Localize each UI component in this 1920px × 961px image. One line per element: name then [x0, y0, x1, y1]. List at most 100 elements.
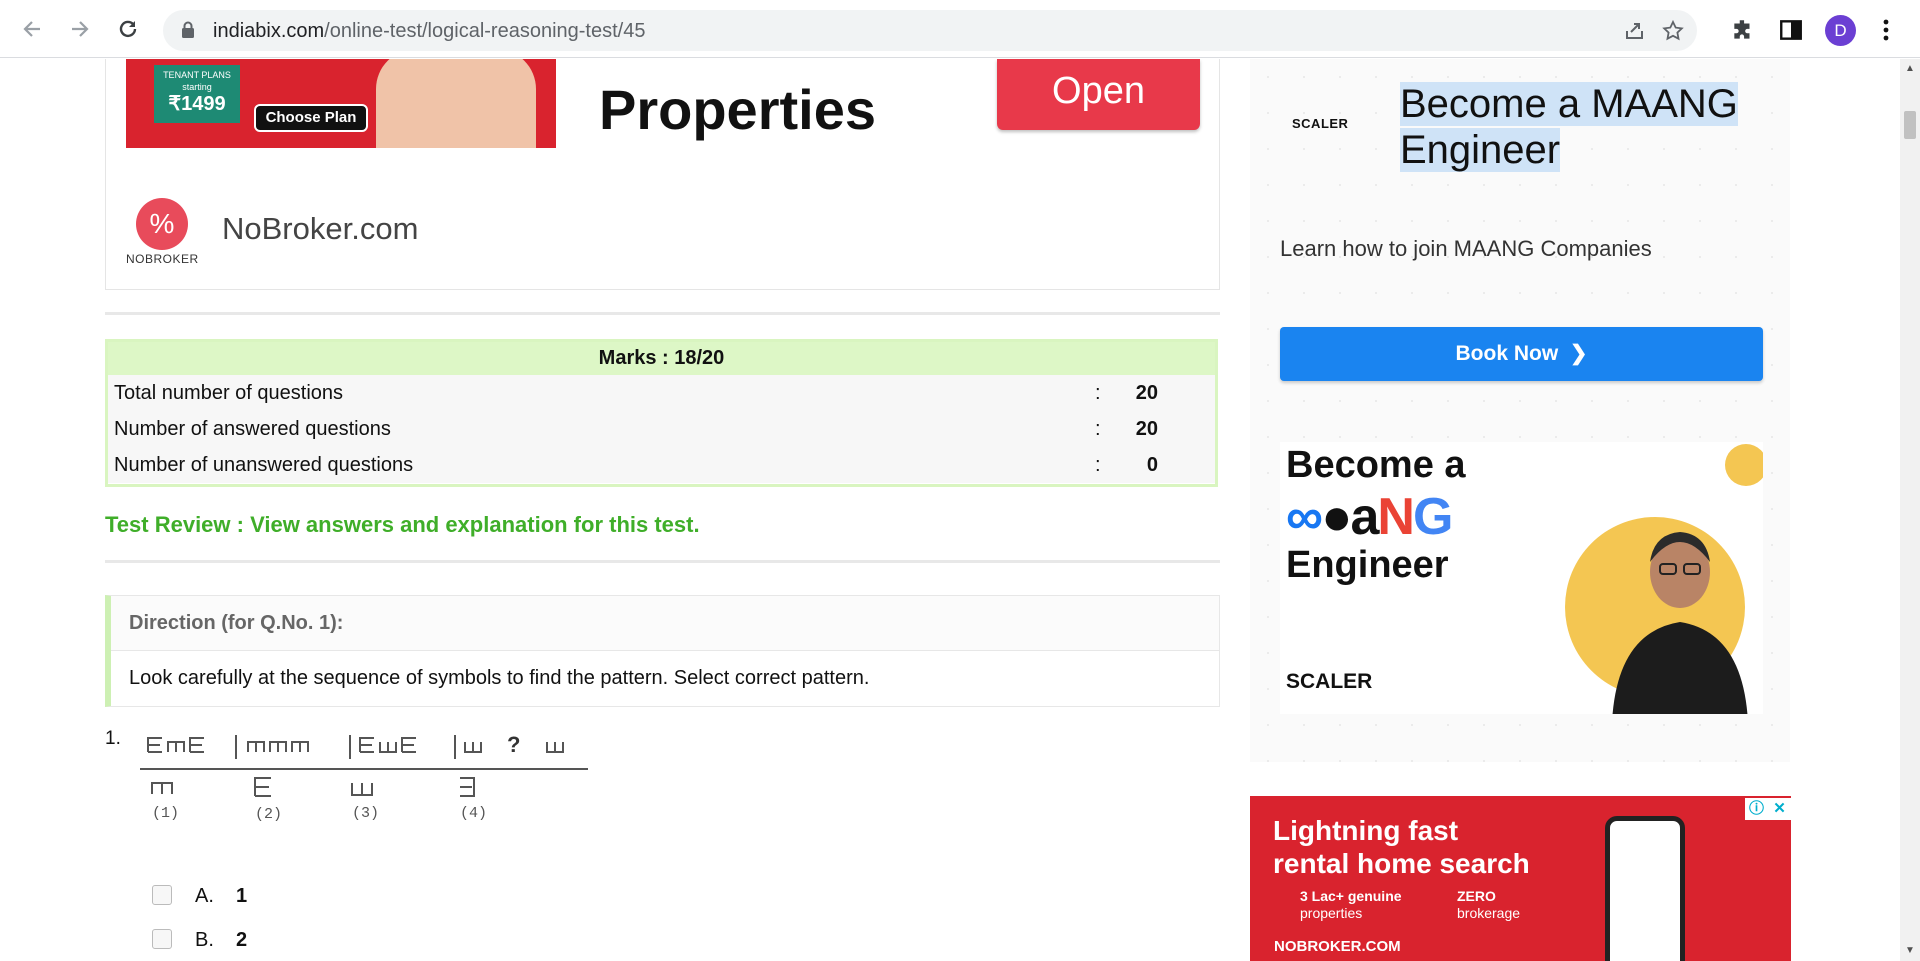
apple-logo-icon: ● [1321, 488, 1352, 546]
card-line2: Engineer [1286, 544, 1449, 586]
svg-text:(3): (3) [352, 805, 379, 822]
share-icon[interactable] [1623, 19, 1647, 43]
ad-open-button[interactable]: Open [997, 59, 1200, 130]
direction-text: Look carefully at the sequence of symbol… [129, 667, 870, 689]
side-ad-title-line1: Become a MAANG [1400, 82, 1738, 126]
option-letter: B. [195, 929, 214, 951]
forward-button[interactable] [65, 14, 95, 44]
divider [105, 312, 1220, 315]
reload-button[interactable] [113, 14, 143, 44]
row-colon: : [1095, 382, 1101, 404]
scaler-logo: SCALER [1292, 116, 1349, 131]
divider [105, 560, 1220, 563]
nobroker-bottom-ad[interactable]: Lightning fast rental home search 3 Lac+… [1250, 796, 1791, 961]
card-scaler-logo: SCALER [1286, 670, 1373, 693]
url-domain: indiabix.com [213, 20, 325, 42]
book-now-label: Book Now [1455, 342, 1559, 365]
bottom-ad-brand: NOBROKER.COM [1274, 938, 1401, 955]
feature1-line1: 3 Lac+ genuine [1300, 888, 1402, 904]
bottom-ad-title-line1: Lightning fast [1273, 815, 1459, 846]
row-value: 20 [1135, 418, 1158, 440]
book-now-button[interactable]: Book Now ❯ [1280, 327, 1763, 381]
address-bar[interactable]: indiabix.com/online-test/logical-reasoni… [163, 10, 1697, 51]
forward-arrow-icon [72, 21, 89, 37]
url-text: indiabix.com/online-test/logical-reasoni… [213, 20, 645, 43]
page-scrollbar[interactable]: ▲ ▼ [1900, 59, 1920, 961]
page-viewport: TENANT PLANS starting ₹1499 Choose Plan … [0, 59, 1900, 961]
netflix-logo-icon: N [1377, 488, 1415, 546]
marks-header: Marks : 18/20 [108, 342, 1215, 375]
option-checkbox[interactable] [152, 929, 172, 949]
instructor-photo [1612, 532, 1748, 714]
choose-plan-button[interactable]: Choose Plan [254, 104, 368, 132]
side-ad-title: Become a MAANG Engineer [1400, 81, 1738, 173]
tenant-plans-badge: TENANT PLANS starting ₹1499 [154, 65, 240, 123]
scaler-side-ad[interactable]: SCALER Become a MAANG Engineer Learn how… [1250, 59, 1790, 762]
question-number: 1. [105, 728, 121, 749]
chevron-right-icon: ❯ [1564, 342, 1588, 365]
question-figure: ? (1) (2) (3) (4) [140, 732, 588, 823]
google-logo-icon: G [1412, 488, 1453, 546]
feature-brokerage: ZERO brokerage [1457, 888, 1520, 922]
back-arrow-icon [23, 21, 40, 37]
scroll-up-icon[interactable]: ▲ [1905, 63, 1915, 74]
extensions-icon[interactable] [1730, 17, 1756, 43]
scroll-down-icon[interactable]: ▼ [1905, 945, 1915, 956]
reload-icon [119, 20, 137, 38]
badge-label: TENANT PLANS [163, 70, 231, 80]
svg-text:(4): (4) [460, 805, 487, 822]
back-button[interactable] [17, 14, 47, 44]
bottom-ad-title: Lightning fast rental home search [1273, 814, 1530, 880]
more-menu-icon[interactable] [1876, 17, 1896, 43]
nobroker-logo-icon: % [136, 198, 188, 250]
nobroker-logo-text: NOBROKER [126, 252, 199, 266]
ad-headline: Properties [599, 78, 876, 141]
ad-brand-name[interactable]: NoBroker.com [222, 211, 418, 247]
row-value: 0 [1146, 454, 1158, 476]
svg-text:(1): (1) [152, 805, 179, 822]
amazon-logo-icon: a [1350, 488, 1380, 546]
row-colon: : [1095, 454, 1101, 476]
lock-icon [182, 21, 194, 38]
meta-logo-icon: ∞ [1286, 488, 1323, 546]
ad-banner-image[interactable]: TENANT PLANS starting ₹1499 Choose Plan [126, 59, 556, 148]
test-review-link[interactable]: Test Review : View answers and explanati… [105, 512, 700, 538]
row-label: Number of unanswered questions [114, 454, 414, 476]
feature2-line1: ZERO [1457, 888, 1496, 904]
option-value: 1 [236, 885, 248, 907]
phone-image [1605, 816, 1685, 961]
browser-toolbar: indiabix.com/online-test/logical-reasoni… [0, 0, 1920, 58]
feature-properties: 3 Lac+ genuine properties [1300, 888, 1402, 922]
nobroker-top-ad[interactable]: TENANT PLANS starting ₹1499 Choose Plan … [105, 59, 1220, 290]
url-path: /online-test/logical-reasoning-test/45 [324, 20, 646, 42]
row-colon: : [1095, 418, 1101, 440]
row-label: Total number of questions [114, 382, 344, 404]
feature1-line2: properties [1300, 905, 1363, 921]
decorative-circle [1725, 444, 1763, 486]
svg-text:?: ? [507, 732, 520, 757]
side-ad-subtitle: Learn how to join MAANG Companies [1280, 236, 1652, 261]
direction-box: Direction (for Q.No. 1): Look carefully … [105, 595, 1220, 707]
bookmark-star-icon[interactable] [1661, 19, 1685, 43]
direction-title: Direction (for Q.No. 1): [111, 596, 1219, 651]
ad-close-icon[interactable]: ✕ [1768, 798, 1791, 820]
side-ad-title-line2: Engineer [1400, 128, 1561, 172]
ad-info-icon[interactable]: ⓘ [1745, 798, 1768, 820]
table-row: Total number of questions : 20 [108, 375, 1215, 411]
feature2-line2: brokerage [1457, 905, 1521, 921]
option-a[interactable]: A. 1 [150, 881, 450, 911]
ad-controls[interactable]: ⓘ ✕ [1745, 798, 1791, 820]
marks-table: Marks : 18/20 Total number of questions … [105, 339, 1218, 487]
scrollbar-thumb[interactable] [1904, 111, 1916, 139]
option-value: 2 [236, 929, 248, 951]
option-checkbox[interactable] [152, 885, 172, 905]
badge-starting: starting [182, 82, 212, 92]
side-panel-icon[interactable] [1778, 17, 1804, 43]
maang-promo-card[interactable]: Become a ∞●aNG Engineer SCALER [1280, 442, 1763, 714]
hand-phone-image [376, 59, 536, 148]
option-b[interactable]: B. 2 [150, 925, 450, 955]
option-letter: A. [195, 885, 214, 907]
row-value: 20 [1135, 382, 1158, 404]
profile-avatar[interactable]: D [1825, 15, 1856, 46]
bottom-ad-title-line2: rental home search [1273, 848, 1530, 879]
